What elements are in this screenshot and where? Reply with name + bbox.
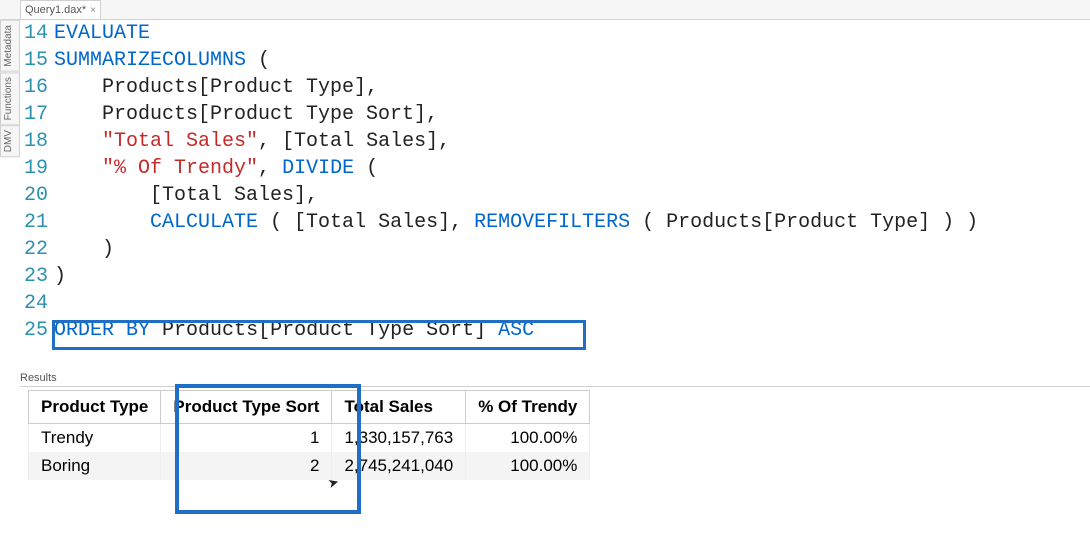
cell: 1	[161, 424, 332, 453]
line-number: 20	[20, 182, 54, 209]
line-number: 16	[20, 74, 54, 101]
cell: Trendy	[29, 424, 161, 453]
line-number: 25	[20, 317, 54, 344]
line-number: 14	[20, 20, 54, 47]
line-number: 23	[20, 263, 54, 290]
line-number: 21	[20, 209, 54, 236]
file-tab[interactable]: Query1.dax* ×	[20, 0, 101, 19]
line-number: 22	[20, 236, 54, 263]
tab-bar: Query1.dax* ×	[0, 0, 1090, 20]
cell: 100.00%	[466, 424, 590, 453]
col-header-product-type-sort[interactable]: Product Type Sort	[161, 391, 332, 424]
results-label: Results	[20, 372, 1090, 387]
side-tab-dmv[interactable]: DMV	[0, 125, 20, 157]
close-icon[interactable]: ×	[90, 5, 96, 16]
tab-title: Query1.dax*	[25, 4, 86, 16]
results-table: Product Type Product Type Sort Total Sal…	[28, 390, 590, 480]
cell: 2,745,241,040	[332, 452, 466, 480]
results-grid[interactable]: Product Type Product Type Sort Total Sal…	[28, 390, 1082, 480]
side-tab-metadata[interactable]: Metadata	[0, 20, 20, 72]
code-editor[interactable]: 14EVALUATE 15SUMMARIZECOLUMNS ( 16 Produ…	[20, 20, 1090, 365]
line-number: 17	[20, 101, 54, 128]
side-tabs: Metadata Functions DMV	[0, 20, 20, 120]
col-header-product-type[interactable]: Product Type	[29, 391, 161, 424]
line-number: 19	[20, 155, 54, 182]
cell: 1,330,157,763	[332, 424, 466, 453]
line-number: 18	[20, 128, 54, 155]
cell: Boring	[29, 452, 161, 480]
table-row[interactable]: Boring 2 2,745,241,040 100.00%	[29, 452, 590, 480]
line-number: 15	[20, 47, 54, 74]
col-header-pct-trendy[interactable]: % Of Trendy	[466, 391, 590, 424]
cell: 2	[161, 452, 332, 480]
line-number: 24	[20, 290, 54, 317]
col-header-total-sales[interactable]: Total Sales	[332, 391, 466, 424]
table-row[interactable]: Trendy 1 1,330,157,763 100.00%	[29, 424, 590, 453]
cell: 100.00%	[466, 452, 590, 480]
side-tab-functions[interactable]: Functions	[0, 72, 20, 125]
